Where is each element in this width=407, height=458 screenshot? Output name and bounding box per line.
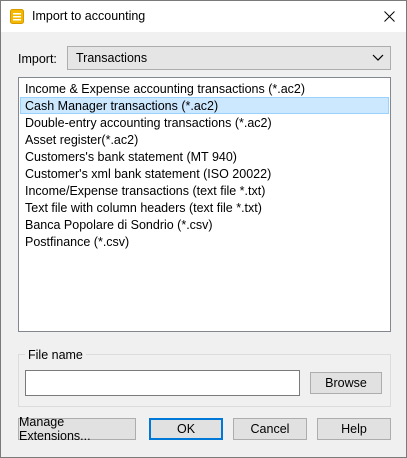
ok-button[interactable]: OK	[149, 418, 223, 440]
import-format-list[interactable]: Income & Expense accounting transactions…	[18, 77, 391, 332]
chevron-down-icon	[372, 54, 384, 61]
list-item[interactable]: Customers's bank statement (MT 940)	[20, 148, 389, 165]
file-name-label: File name	[25, 348, 86, 362]
list-item[interactable]: Customer's xml bank statement (ISO 20022…	[20, 165, 389, 182]
banana-app-icon	[10, 9, 24, 24]
help-button[interactable]: Help	[317, 418, 391, 440]
manage-extensions-button[interactable]: Manage Extensions...	[18, 415, 136, 443]
list-item[interactable]: Asset register(*.ac2)	[20, 131, 389, 148]
list-item[interactable]: Double-entry accounting transactions (*.…	[20, 114, 389, 131]
import-type-select[interactable]: Transactions	[67, 46, 391, 70]
list-item-selected[interactable]: Cash Manager transactions (*.ac2)	[20, 97, 389, 114]
cancel-button[interactable]: Cancel	[233, 418, 307, 440]
import-dialog: Import to accounting Import: Transaction…	[0, 0, 407, 458]
list-item[interactable]: Income/Expense transactions (text file *…	[20, 182, 389, 199]
window-title: Import to accounting	[32, 9, 146, 23]
list-item[interactable]: Banca Popolare di Sondrio (*.csv)	[20, 216, 389, 233]
list-item[interactable]: Text file with column headers (text file…	[20, 199, 389, 216]
list-item[interactable]: Postfinance (*.csv)	[20, 233, 389, 250]
close-button[interactable]	[372, 1, 406, 32]
browse-button[interactable]: Browse	[310, 372, 382, 394]
file-name-input[interactable]	[25, 370, 300, 396]
import-type-value: Transactions	[76, 51, 148, 65]
title-bar: Import to accounting	[1, 1, 406, 32]
close-icon	[383, 11, 395, 22]
import-label: Import:	[18, 52, 57, 66]
list-item[interactable]: Income & Expense accounting transactions…	[20, 80, 389, 97]
